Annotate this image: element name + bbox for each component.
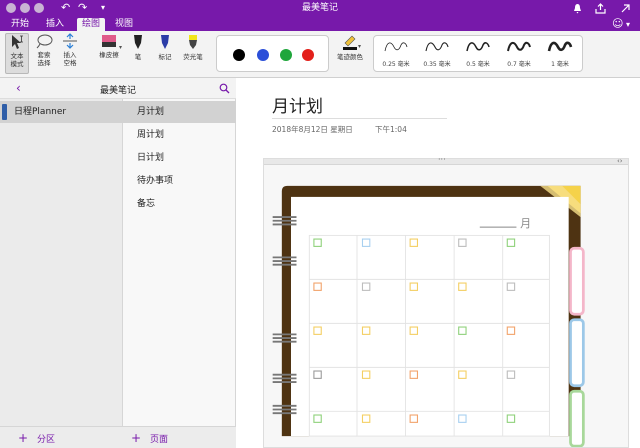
pen-thickness-05[interactable]: 0.5 毫米 [459,37,497,68]
draw-toolbar: 文本 模式 套索 选择 插入 空格 橡皮擦 ▾ 笔 标记 荧光笔 笔迹颜色 ▾ … [0,31,640,78]
image-resize-handle[interactable]: ··· ‹› [264,155,628,165]
pen-thickness-1[interactable]: 1 毫米 [541,37,579,68]
eraser-label: 橡皮擦 [99,51,119,59]
page-item-todo[interactable]: 待办事项 [123,170,236,192]
share-icon[interactable] [595,3,606,14]
plus-icon: + [18,431,29,445]
svg-text:月: 月 [520,217,531,230]
pen-thickness-035[interactable]: 0.35 毫米 [418,37,456,68]
title-underline [272,118,447,119]
color-swatch-blue[interactable] [257,49,269,61]
pen-color-button[interactable]: 笔迹颜色 [333,33,367,61]
stroke-sample-icon [384,42,408,52]
pen-thickness-label: 0.7 毫米 [507,61,531,68]
highlighter-button[interactable]: 荧光笔 [180,33,206,61]
section-list: 日程Planner [0,99,123,426]
page-list: 月计划 周计划 日计划 待办事项 备忘 [123,99,236,426]
tab-insert[interactable]: 插入 [41,18,69,31]
pen-thickness-07[interactable]: 0.7 毫米 [500,37,538,68]
marker-label: 标记 [158,53,172,61]
highlighter-icon [189,35,197,49]
pen-color-icon [343,35,357,50]
notebook-title[interactable]: 最美笔记 [0,83,236,96]
pen-thickness-label: 0.5 毫米 [466,61,490,68]
add-section-button[interactable]: + 分区 [0,426,123,448]
lasso-select-button[interactable]: 套索 选择 [32,33,56,67]
pen-thickness-label: 1 毫米 [551,61,569,68]
text-mode-label-1: 文本 [10,52,24,60]
stroke-sample-icon [507,41,531,52]
pen-color-dropdown-icon[interactable]: ▾ [358,43,361,50]
pen-button[interactable]: 笔 [130,33,146,61]
monthly-planner-image: 月 [272,185,585,447]
onenote-window: ↶ ↷ ▾ 最美笔记 开始 插入 绘图 视图 ☺ ▾ 文本 模式 套索 选择 插… [0,0,640,448]
tab-draw[interactable]: 绘图 [77,18,106,31]
pen-icon [134,35,142,49]
marker-button[interactable]: 标记 [155,33,175,61]
page-item-monthly[interactable]: 月计划 [123,101,236,123]
color-swatch-red[interactable] [302,49,314,61]
pen-thickness-gallery: 0.25 毫米 0.35 毫米 0.5 毫米 0.7 毫米 1 毫米 [373,35,583,72]
search-icon[interactable] [219,83,230,94]
section-color-tab [2,104,7,120]
stroke-sample-icon [425,42,449,52]
pen-thickness-label: 0.35 毫米 [423,61,451,68]
stroke-sample-icon [466,42,490,52]
page-item-memo[interactable]: 备忘 [123,193,236,215]
cursor-icon [12,35,23,49]
lasso-label-1: 套索 [37,51,51,59]
page-item-daily[interactable]: 日计划 [123,147,236,169]
ribbon-tab-bar: 开始 插入 绘图 视图 ☺ ▾ [0,17,640,31]
marker-icon [161,35,169,49]
feedback-dropdown-icon[interactable]: ▾ [626,18,630,31]
text-mode-button[interactable]: 文本 模式 [5,33,29,74]
insert-space-button[interactable]: 插入 空格 [58,33,82,67]
stroke-sample-icon [547,41,573,52]
add-page-button[interactable]: + 页面 [123,426,236,448]
title-bar: ↶ ↷ ▾ 最美笔记 [0,0,640,17]
lasso-label-2: 选择 [37,59,51,67]
add-page-label: 页面 [149,435,168,445]
notebook-header: ‹ 最美笔记 [0,78,236,99]
eraser-icon [102,35,116,47]
pen-thickness-label: 0.25 毫米 [382,61,410,68]
pen-label: 笔 [134,53,142,61]
eraser-dropdown-icon[interactable]: ▾ [119,44,122,51]
page-date: 2018年8月12日 星期日 [272,125,353,134]
tab-home[interactable]: 开始 [6,18,34,31]
section-item-label: 日程Planner [14,107,67,117]
highlighter-label: 荧光笔 [183,53,203,61]
tab-view[interactable]: 视图 [110,18,138,31]
add-section-label: 分区 [36,435,55,445]
insert-space-label-1: 插入 [63,51,77,59]
window-title: 最美笔记 [301,3,338,13]
color-swatch-black[interactable] [233,49,245,61]
drag-dots-icon: ··· [438,155,446,164]
page-item-weekly[interactable]: 周计划 [123,124,236,146]
smiley-feedback-icon[interactable]: ☺ [612,17,623,30]
page-time: 下午1:04 [375,125,407,134]
section-item-planner[interactable]: 日程Planner [0,101,123,123]
page-title[interactable]: 月计划 [272,92,323,117]
pen-color-label: 笔迹颜色 [337,53,363,61]
pen-thickness-025[interactable]: 0.25 毫米 [377,37,415,68]
collapse-ribbon-icon[interactable] [620,3,631,14]
color-palette [216,35,329,72]
insert-space-icon [63,33,77,49]
bell-icon[interactable] [573,3,582,14]
plus-icon: + [131,431,142,445]
insert-space-label-2: 空格 [63,59,77,67]
expand-arrows-icon: ‹› [617,157,623,165]
color-swatch-green[interactable] [280,49,292,61]
lasso-icon [36,34,53,49]
text-mode-label-2: 模式 [10,60,24,68]
